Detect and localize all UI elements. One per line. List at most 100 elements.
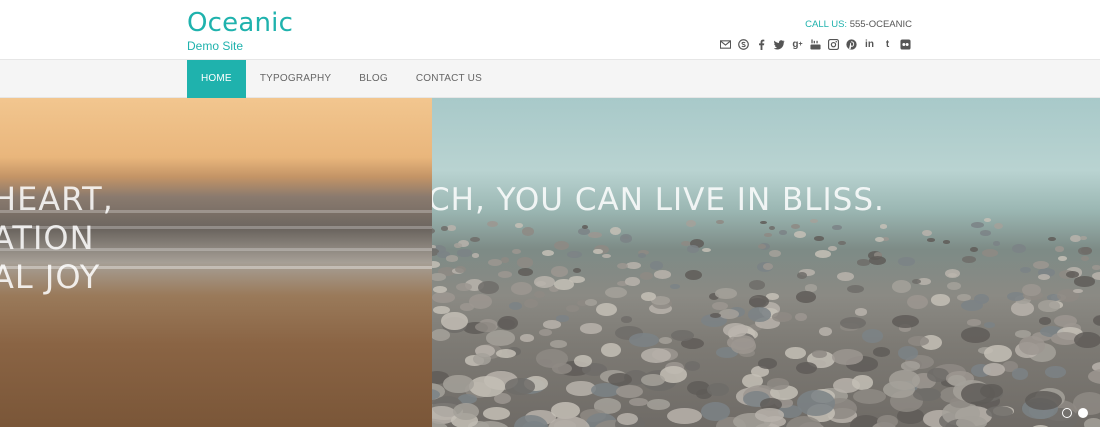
youtube-icon[interactable] bbox=[809, 38, 822, 51]
pebble bbox=[1019, 267, 1031, 274]
pebble bbox=[797, 272, 808, 279]
site-title[interactable]: Oceanic bbox=[187, 8, 293, 38]
pebble bbox=[516, 257, 534, 268]
pebble bbox=[1018, 336, 1046, 355]
pebble bbox=[981, 249, 999, 258]
pebble bbox=[457, 249, 472, 257]
pebble bbox=[748, 280, 766, 291]
pebble bbox=[715, 288, 738, 299]
pebble bbox=[584, 299, 598, 307]
pebble bbox=[831, 349, 863, 365]
email-icon[interactable] bbox=[719, 38, 732, 51]
pebble bbox=[1092, 314, 1100, 327]
pebble bbox=[907, 294, 929, 310]
pebble bbox=[838, 241, 847, 246]
pebble bbox=[794, 312, 808, 322]
pebble bbox=[985, 405, 1013, 419]
slider-dot-2[interactable] bbox=[1078, 408, 1088, 418]
pebble bbox=[514, 223, 523, 229]
pebble bbox=[646, 399, 670, 411]
linkedin-icon[interactable]: in bbox=[863, 38, 876, 51]
pebble bbox=[687, 244, 700, 253]
pebble bbox=[1091, 265, 1100, 271]
pebble bbox=[538, 328, 552, 336]
slider-dot-1[interactable] bbox=[1062, 408, 1072, 418]
pebble bbox=[441, 311, 468, 331]
pebble bbox=[930, 294, 950, 306]
pebble bbox=[730, 338, 756, 354]
pebble bbox=[961, 255, 977, 264]
pebble bbox=[763, 233, 772, 238]
pebble bbox=[487, 258, 503, 267]
pebble bbox=[1073, 276, 1095, 287]
pebble bbox=[650, 261, 664, 270]
pebble bbox=[602, 253, 611, 259]
pebble bbox=[534, 291, 546, 299]
pebble bbox=[922, 229, 933, 237]
pebble bbox=[567, 250, 583, 258]
pebble bbox=[504, 378, 536, 395]
pebble bbox=[961, 300, 984, 312]
pebble bbox=[685, 269, 703, 280]
caption-line: HEART, bbox=[0, 180, 114, 218]
pebble bbox=[847, 284, 865, 293]
google-plus-icon[interactable]: g + bbox=[791, 38, 804, 51]
tumblr-icon[interactable]: t bbox=[881, 38, 894, 51]
nav-item-typography[interactable]: TYPOGRAPHY bbox=[246, 60, 345, 98]
pebble bbox=[619, 234, 632, 243]
pebble bbox=[455, 265, 467, 273]
skype-icon[interactable] bbox=[737, 38, 750, 51]
pebble bbox=[456, 282, 472, 291]
pebble bbox=[907, 335, 929, 346]
pebble bbox=[1080, 235, 1088, 241]
pebble bbox=[832, 225, 842, 230]
pebble bbox=[497, 316, 519, 331]
pebble bbox=[580, 323, 602, 334]
pebble bbox=[1012, 243, 1026, 254]
call-us-number: 555-OCEANIC bbox=[849, 19, 912, 30]
pebble bbox=[956, 416, 987, 427]
pebble bbox=[550, 266, 569, 277]
pebble bbox=[653, 270, 672, 280]
pebble bbox=[984, 344, 1012, 362]
pebble bbox=[796, 291, 816, 303]
pebble bbox=[898, 257, 915, 266]
pebble bbox=[541, 249, 554, 257]
pebble bbox=[501, 257, 510, 263]
instagram-icon[interactable] bbox=[827, 38, 840, 51]
pebble bbox=[1055, 246, 1064, 252]
pebble bbox=[517, 268, 533, 276]
slide-caption-left: HEART, ATION AL JOY bbox=[0, 180, 114, 297]
pebble bbox=[979, 383, 1003, 398]
pebble bbox=[640, 271, 654, 280]
pebble bbox=[472, 352, 492, 366]
pebble bbox=[658, 337, 672, 345]
pebble bbox=[983, 321, 996, 328]
nav-item-blog[interactable]: BLOG bbox=[345, 60, 402, 98]
pebble bbox=[600, 343, 621, 357]
pebble bbox=[946, 281, 962, 291]
pebble bbox=[879, 224, 888, 229]
pebble bbox=[852, 389, 886, 405]
pebble bbox=[629, 398, 648, 407]
pebble bbox=[993, 222, 1004, 229]
pebble bbox=[432, 292, 455, 303]
hero-slider[interactable]: HEART, ATION AL JOY CH, YOU CAN LIVE IN … bbox=[0, 98, 1100, 427]
pinterest-icon[interactable] bbox=[845, 38, 858, 51]
nav-item-contact-us[interactable]: CONTACT US bbox=[402, 60, 496, 98]
flickr-icon[interactable] bbox=[899, 38, 912, 51]
pebble bbox=[1037, 274, 1050, 281]
twitter-icon[interactable] bbox=[773, 38, 786, 51]
facebook-icon[interactable] bbox=[755, 38, 768, 51]
pebble bbox=[851, 375, 873, 390]
pebble bbox=[588, 232, 603, 239]
pebble bbox=[498, 271, 513, 278]
pebble bbox=[707, 382, 729, 396]
pebble bbox=[861, 329, 884, 343]
pebble bbox=[827, 246, 837, 252]
pebble bbox=[1024, 390, 1063, 410]
pebble bbox=[524, 298, 539, 309]
nav-item-home[interactable]: HOME bbox=[187, 60, 246, 98]
header-contact: CALL US: 555-OCEANIC g + in t bbox=[719, 19, 912, 51]
pebble bbox=[572, 267, 581, 273]
